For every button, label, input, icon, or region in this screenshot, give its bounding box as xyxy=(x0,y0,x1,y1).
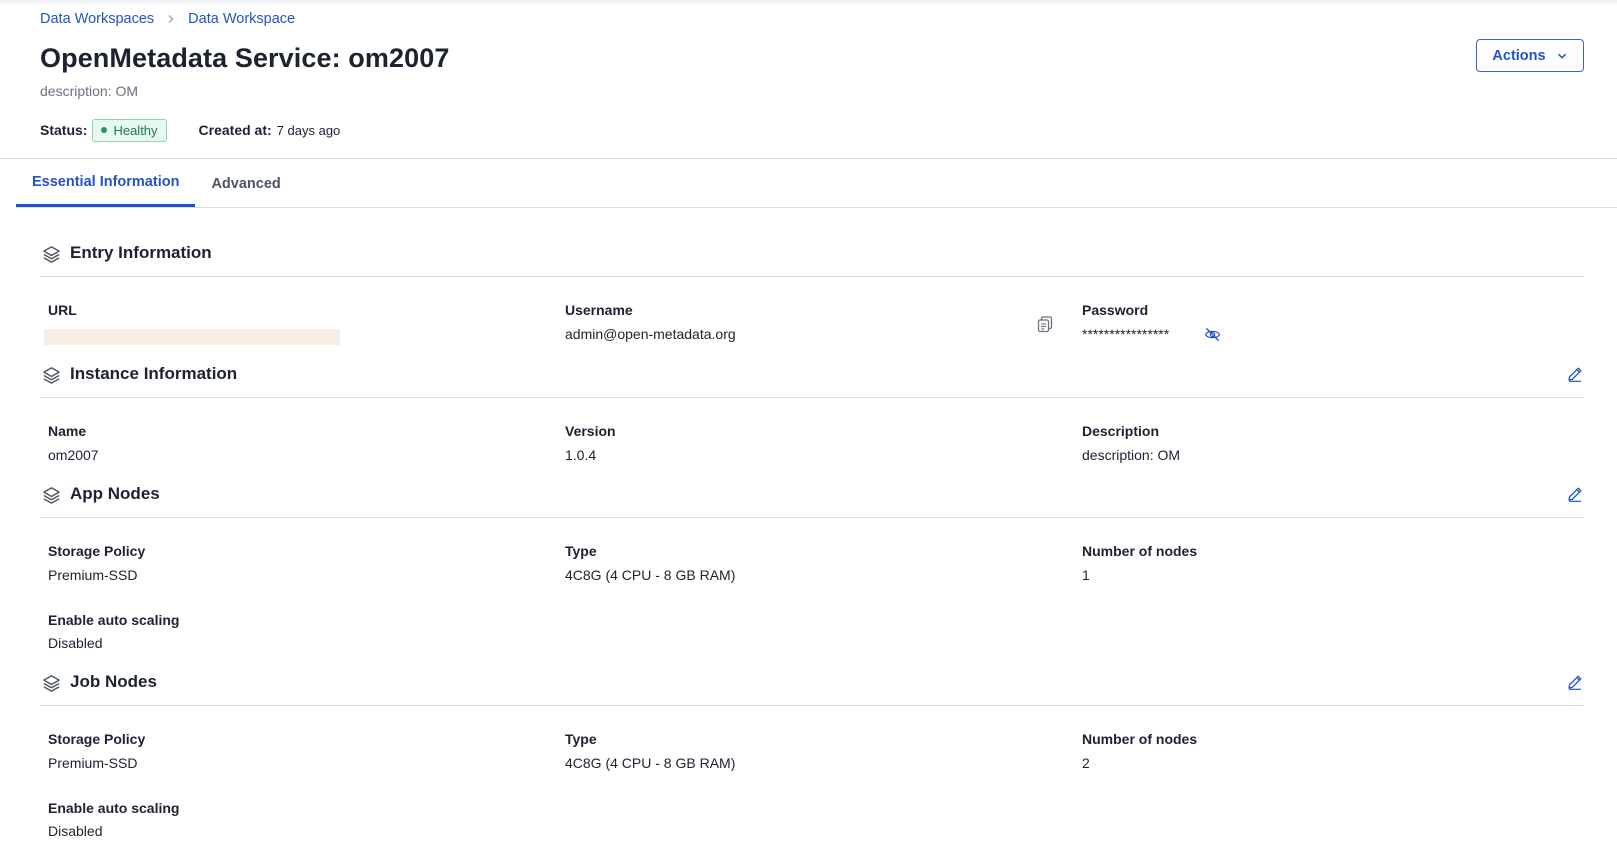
pencil-icon[interactable] xyxy=(1566,365,1584,383)
instance-information-header: Instance Information xyxy=(40,352,1584,398)
auto-scaling-label: Enable auto scaling xyxy=(48,800,180,816)
layers-icon xyxy=(43,246,60,263)
breadcrumb-data-workspace[interactable]: Data Workspace xyxy=(188,11,295,27)
version-value: 1.0.4 xyxy=(565,447,597,463)
entry-information-header: Entry Information xyxy=(40,231,1584,277)
number-of-nodes-value: 1 xyxy=(1082,567,1090,583)
name-value: om2007 xyxy=(48,447,99,463)
page-description: description: OM xyxy=(40,83,139,99)
number-of-nodes-value: 2 xyxy=(1082,755,1090,771)
actions-button[interactable]: Actions xyxy=(1476,39,1584,72)
status-label: Status: xyxy=(40,122,88,138)
type-value: 4C8G (4 CPU - 8 GB RAM) xyxy=(565,755,736,771)
tabs-divider xyxy=(16,207,1617,208)
number-of-nodes-label: Number of nodes xyxy=(1082,543,1198,559)
section-title: App Nodes xyxy=(70,484,160,503)
storage-policy-label: Storage Policy xyxy=(48,543,146,559)
header-divider xyxy=(0,158,1617,159)
created-label: Created at: xyxy=(198,122,272,138)
tab-bar: Essential Information Advanced xyxy=(16,160,297,207)
username-value: admin@open-metadata.org xyxy=(565,326,736,342)
tab-essential-information[interactable]: Essential Information xyxy=(16,160,196,207)
top-shadow xyxy=(0,0,1617,6)
copy-icon[interactable] xyxy=(1036,315,1054,333)
pencil-icon[interactable] xyxy=(1566,673,1584,691)
type-label: Type xyxy=(565,731,597,747)
auto-scaling-label: Enable auto scaling xyxy=(48,612,180,628)
storage-policy-value: Premium-SSD xyxy=(48,755,138,771)
app-nodes-header: App Nodes xyxy=(40,472,1584,518)
job-nodes-header: Job Nodes xyxy=(40,660,1584,706)
breadcrumb: Data Workspaces Data Workspace xyxy=(40,9,295,29)
url-value-redacted xyxy=(44,329,340,345)
password-label: Password xyxy=(1082,302,1149,318)
status-badge: Healthy xyxy=(92,118,167,142)
username-label: Username xyxy=(565,302,633,318)
auto-scaling-value: Disabled xyxy=(48,823,103,839)
eye-off-icon[interactable] xyxy=(1204,326,1221,343)
number-of-nodes-label: Number of nodes xyxy=(1082,731,1198,747)
version-label: Version xyxy=(565,423,616,439)
type-label: Type xyxy=(565,543,597,559)
status-dot-icon xyxy=(101,127,108,133)
section-title: Entry Information xyxy=(70,243,212,262)
storage-policy-value: Premium-SSD xyxy=(48,567,138,583)
password-value: **************** xyxy=(1082,326,1170,342)
layers-icon xyxy=(43,675,60,692)
section-title: Instance Information xyxy=(70,364,238,383)
name-label: Name xyxy=(48,423,87,439)
storage-policy-label: Storage Policy xyxy=(48,731,146,747)
description-value: description: OM xyxy=(1082,447,1181,463)
description-label: Description xyxy=(1082,423,1160,439)
page-title: OpenMetadata Service: om2007 xyxy=(40,43,450,73)
status-badge-text: Healthy xyxy=(113,122,158,138)
status-row: Status: Healthy Created at: 7 days ago xyxy=(40,118,340,142)
section-title: Job Nodes xyxy=(70,672,157,691)
pencil-icon[interactable] xyxy=(1566,485,1584,503)
layers-icon xyxy=(43,487,60,504)
layers-icon xyxy=(43,367,60,384)
chevron-down-icon xyxy=(1557,53,1566,59)
created-value: 7 days ago xyxy=(276,122,341,138)
chevron-right-icon xyxy=(166,14,176,24)
type-value: 4C8G (4 CPU - 8 GB RAM) xyxy=(565,567,736,583)
tab-advanced[interactable]: Advanced xyxy=(195,160,296,207)
url-label: URL xyxy=(48,302,77,318)
actions-button-label: Actions xyxy=(1492,47,1546,64)
breadcrumb-data-workspaces[interactable]: Data Workspaces xyxy=(40,11,154,27)
auto-scaling-value: Disabled xyxy=(48,635,103,651)
